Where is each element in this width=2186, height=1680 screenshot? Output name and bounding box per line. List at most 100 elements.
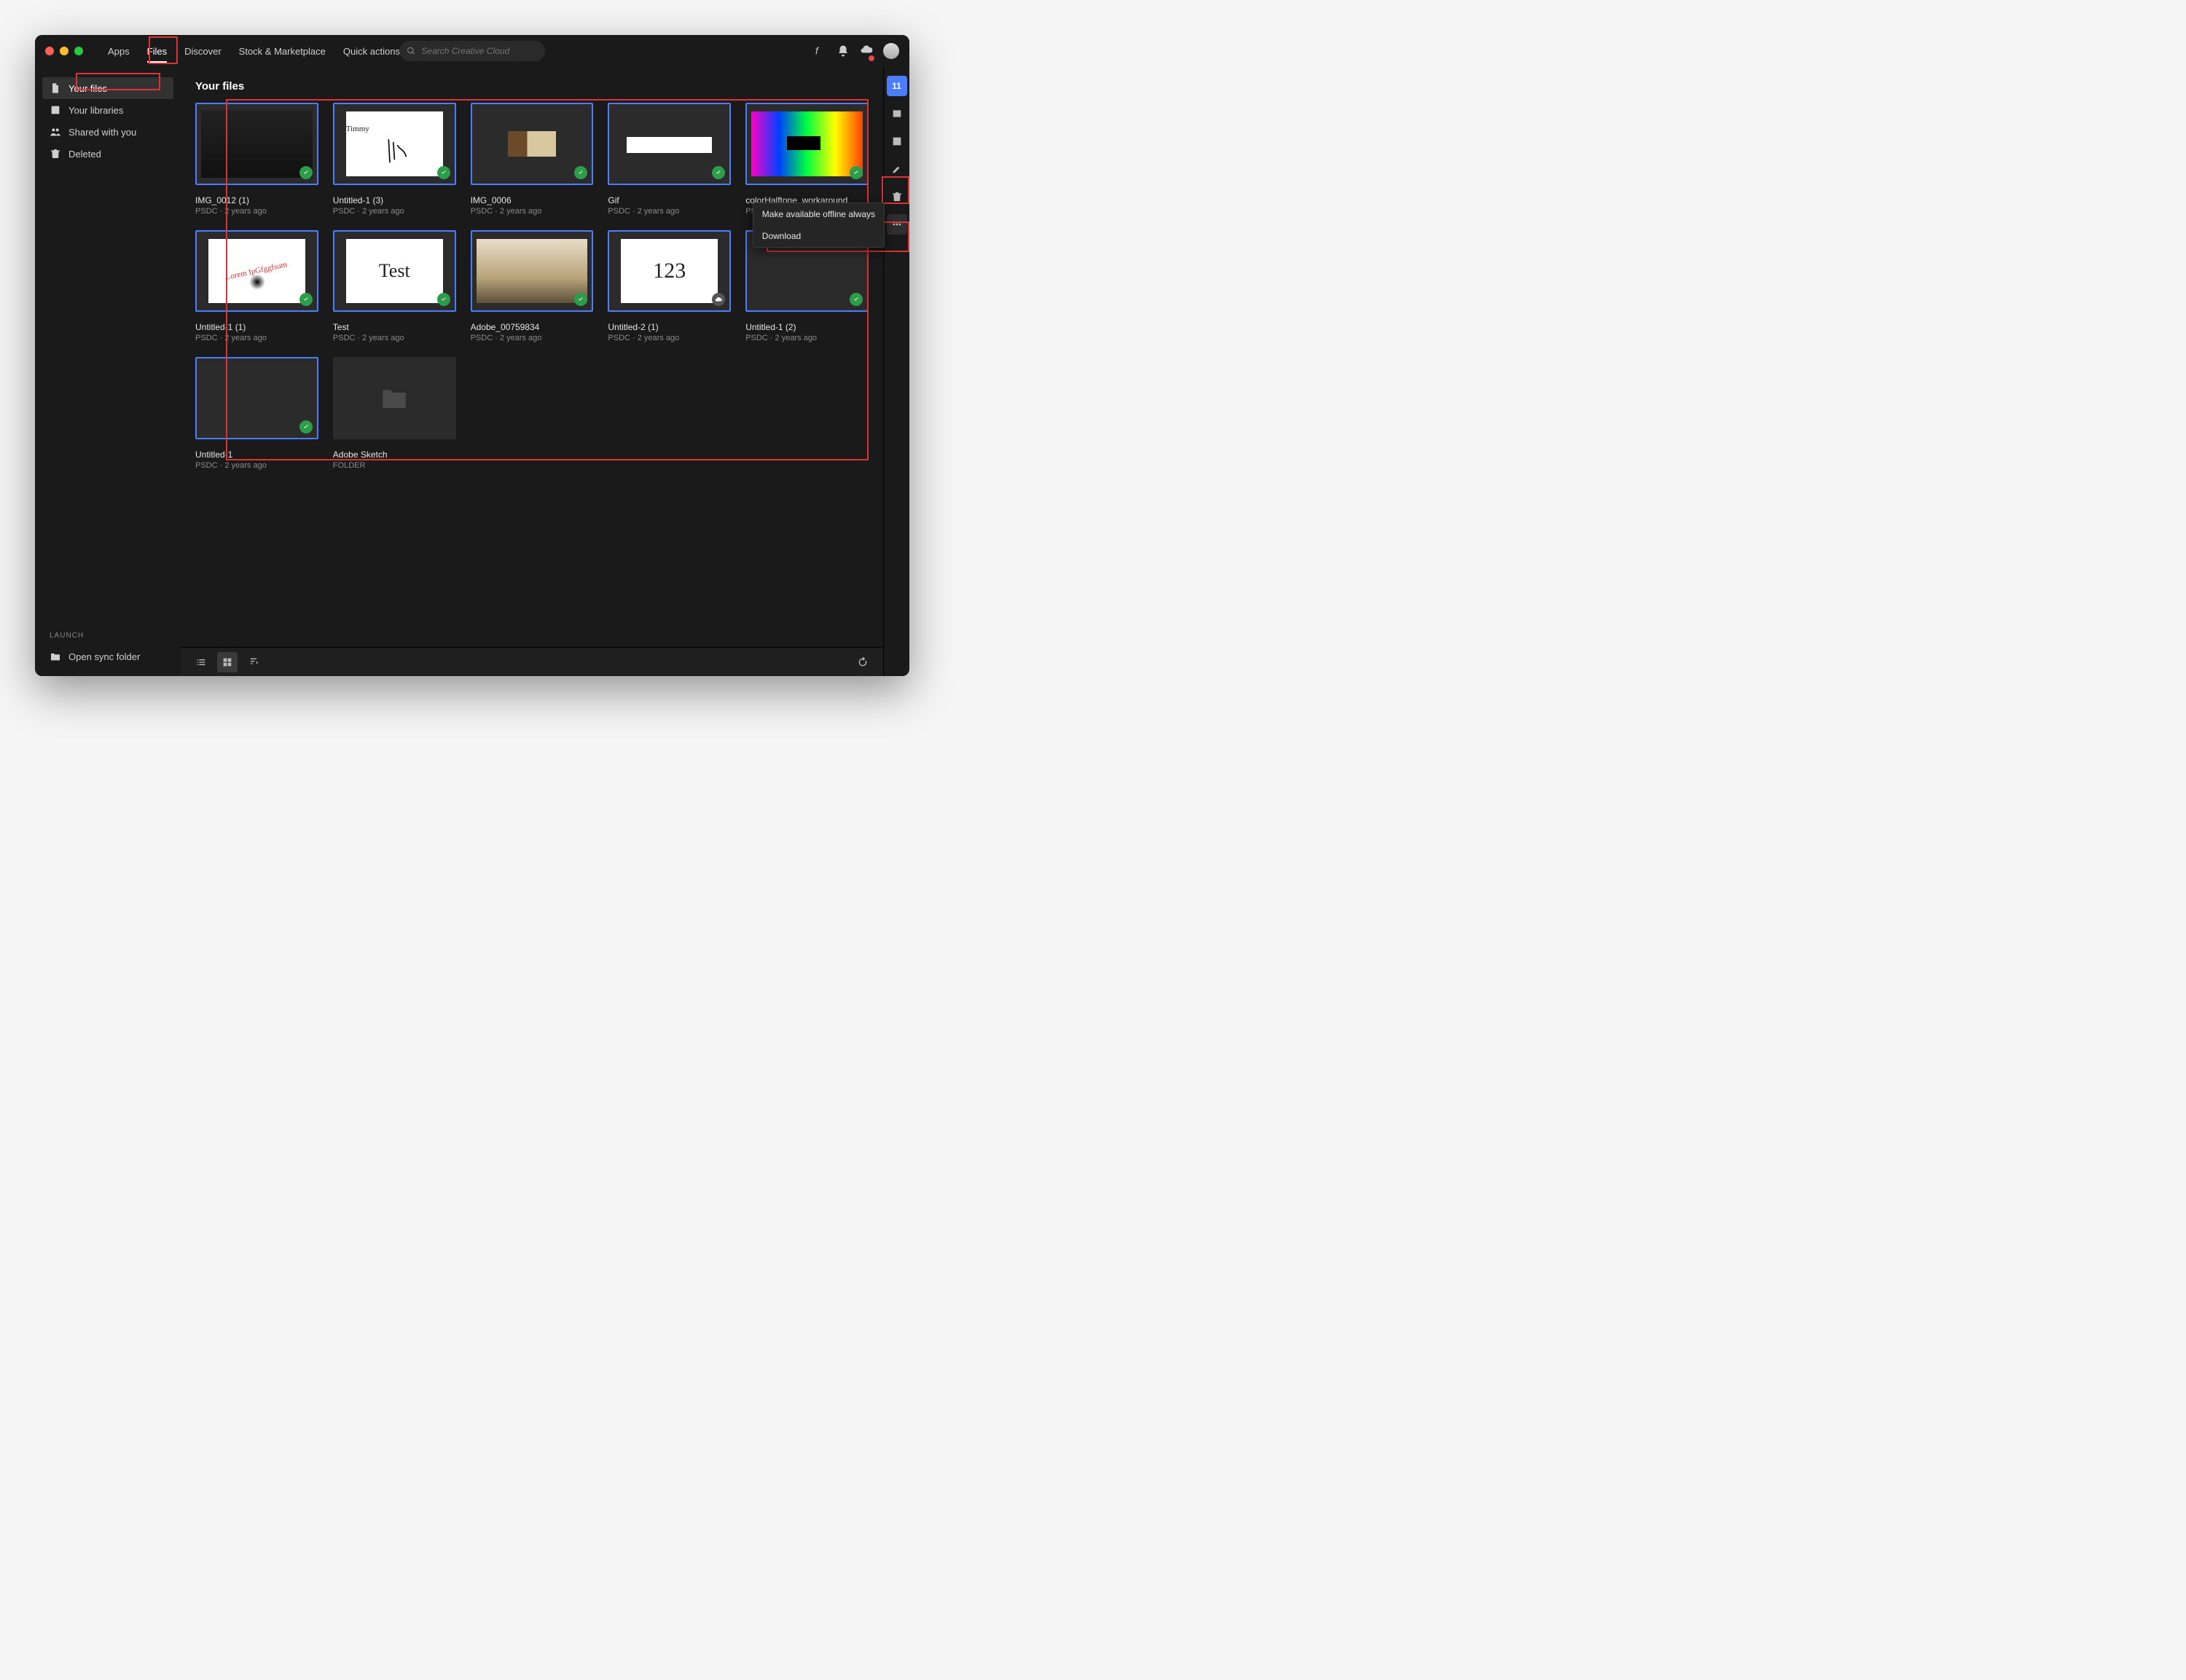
window-minimize-button[interactable] xyxy=(60,47,68,55)
check-sync-badge xyxy=(299,166,313,179)
main-area: Your files IMG_0012 (1) PSDC · 2 years ag… xyxy=(181,67,909,676)
file-name: Untitled-1 xyxy=(195,450,318,460)
people-icon xyxy=(50,126,61,138)
right-rail: 11 xyxy=(883,67,909,676)
file-name: Untitled-2 (1) xyxy=(608,322,731,332)
file-card[interactable]: 1 2345678910Untitled-1PSDC · 2 years ago xyxy=(195,357,318,470)
window-close-button[interactable] xyxy=(45,47,54,55)
search-input[interactable] xyxy=(421,46,538,56)
file-name: Test xyxy=(333,322,456,332)
context-menu-item-offline[interactable]: Make available offline always xyxy=(753,203,884,225)
titlebar: Apps Files Discover Stock & Marketplace … xyxy=(35,35,909,67)
sidebar-item-deleted[interactable]: Deleted xyxy=(42,143,173,165)
check-sync-badge xyxy=(437,293,450,306)
rail-view-button[interactable] xyxy=(887,103,907,124)
view-grid-button[interactable] xyxy=(217,652,238,672)
file-card[interactable]: Adobe SketchFOLDER xyxy=(333,357,456,470)
sidebar-item-your-libraries[interactable]: Your libraries xyxy=(42,99,173,121)
window-maximize-button[interactable] xyxy=(74,47,83,55)
file-meta: PSDC · 2 years ago xyxy=(195,207,318,216)
file-card[interactable]: colorHalftone_workaroundPSDC · 2 years a… xyxy=(745,103,869,216)
nav-apps[interactable]: Apps xyxy=(99,39,138,64)
file-name: Gif xyxy=(608,195,731,205)
rail-add-button[interactable] xyxy=(887,131,907,152)
rail-edit-button[interactable] xyxy=(887,159,907,179)
list-icon xyxy=(195,656,207,668)
context-menu-item-download[interactable]: Download xyxy=(753,225,884,247)
view-toolbar xyxy=(181,647,883,676)
file-thumbnail[interactable] xyxy=(608,103,731,185)
nav-quick-actions-label: Quick actions xyxy=(343,46,400,57)
edit-icon xyxy=(891,163,903,175)
fonts-icon[interactable]: f xyxy=(813,44,826,58)
file-card[interactable]: 123Untitled-2 (1)PSDC · 2 years ago xyxy=(608,230,731,343)
file-name: IMG_0012 (1) xyxy=(195,195,318,205)
file-thumbnail[interactable] xyxy=(745,103,869,185)
file-thumbnail[interactable] xyxy=(333,357,456,439)
file-card[interactable]: IMG_0012 (1) PSDC · 2 years ago xyxy=(195,103,318,216)
sync-alert-badge xyxy=(869,55,874,61)
file-name: Adobe_00759834 xyxy=(471,322,594,332)
nav-stock-marketplace[interactable]: Stock & Marketplace xyxy=(230,39,334,64)
sidebar-item-open-sync-folder[interactable]: Open sync folder xyxy=(42,645,173,667)
sidebar-item-your-files[interactable]: Your files xyxy=(42,77,173,99)
search-field[interactable] xyxy=(399,41,545,61)
file-thumbnail[interactable]: 1 2345678910 xyxy=(195,357,318,439)
file-grid-scroll[interactable]: IMG_0012 (1)PSDC · 2 years agoTimmyUntit… xyxy=(181,100,883,647)
refresh-button[interactable] xyxy=(853,652,873,672)
file-card[interactable]: Adobe_00759834 PSDC · 2 years ago xyxy=(471,230,594,343)
view-list-button[interactable] xyxy=(191,652,211,672)
nav-discover[interactable]: Discover xyxy=(176,39,230,64)
libraries-icon xyxy=(50,104,61,116)
check-sync-badge xyxy=(574,293,587,306)
file-thumbnail[interactable]: 123 xyxy=(608,230,731,313)
file-thumbnail[interactable]: Lorem IpGfggfsum xyxy=(195,230,318,313)
launch-section-label: LAUNCH xyxy=(42,626,173,645)
file-name: Untitled-1 (2) xyxy=(745,322,869,332)
file-meta: PSDC · 2 years ago xyxy=(333,334,456,342)
file-thumbnail[interactable]: Test xyxy=(333,230,456,313)
file-card[interactable]: Lorem IpGfggfsum Untitled-1 (1) PSDC · 2 y… xyxy=(195,230,318,343)
sort-button[interactable] xyxy=(243,652,264,672)
nav-files[interactable]: Files xyxy=(138,39,176,64)
check-sync-badge xyxy=(437,166,450,179)
file-meta: PSDC · 2 years ago xyxy=(471,334,594,342)
file-thumbnail[interactable] xyxy=(471,230,594,313)
more-horizontal-icon xyxy=(891,219,903,230)
file-meta: PSDC · 2 years ago xyxy=(195,334,318,342)
context-menu: Make available offline always Download xyxy=(753,203,885,248)
check-sync-badge xyxy=(850,166,863,179)
file-name: Adobe Sketch xyxy=(333,450,456,460)
file-card[interactable]: GifPSDC · 2 years ago xyxy=(608,103,731,216)
selection-count-badge[interactable]: 11 xyxy=(887,76,907,96)
file-card[interactable]: TimmyUntitled-1 (3)PSDC · 2 years ago xyxy=(333,103,456,216)
file-thumbnail[interactable] xyxy=(471,103,594,185)
view-icon xyxy=(891,108,903,119)
check-sync-badge xyxy=(299,420,313,433)
file-name: Untitled-1 (1) xyxy=(195,322,318,332)
file-thumbnail[interactable] xyxy=(195,103,318,185)
file-card[interactable]: IMG_0006PSDC · 2 years ago xyxy=(471,103,594,216)
bell-icon[interactable] xyxy=(837,44,850,58)
cloud-sync-icon[interactable] xyxy=(860,43,873,60)
file-meta: FOLDER xyxy=(333,461,456,470)
page-title: Your files xyxy=(181,67,883,100)
file-meta: PSDC · 2 years ago xyxy=(471,207,594,216)
file-grid: IMG_0012 (1)PSDC · 2 years agoTimmyUntit… xyxy=(195,103,869,470)
sidebar-item-shared[interactable]: Shared with you xyxy=(42,121,173,143)
check-sync-badge xyxy=(574,166,587,179)
file-icon xyxy=(50,82,61,94)
avatar[interactable] xyxy=(883,43,899,59)
file-thumbnail[interactable]: Timmy xyxy=(333,103,456,185)
file-meta: PSDC · 2 years ago xyxy=(333,207,456,216)
sidebar-item-label: Deleted xyxy=(68,149,101,160)
window-traffic-lights xyxy=(45,47,83,55)
file-card[interactable]: Test Test PSDC · 2 years ago xyxy=(333,230,456,343)
sidebar-item-label: Shared with you xyxy=(68,127,136,138)
sidebar-item-label: Your libraries xyxy=(68,105,123,116)
rail-delete-button[interactable] xyxy=(887,187,907,207)
sidebar: Your files Your libraries Shared with yo… xyxy=(35,67,181,676)
search-icon xyxy=(407,46,415,56)
content-column: Your files IMG_0012 (1) PSDC · 2 years ag… xyxy=(181,67,883,676)
rail-more-button[interactable] xyxy=(887,214,907,235)
